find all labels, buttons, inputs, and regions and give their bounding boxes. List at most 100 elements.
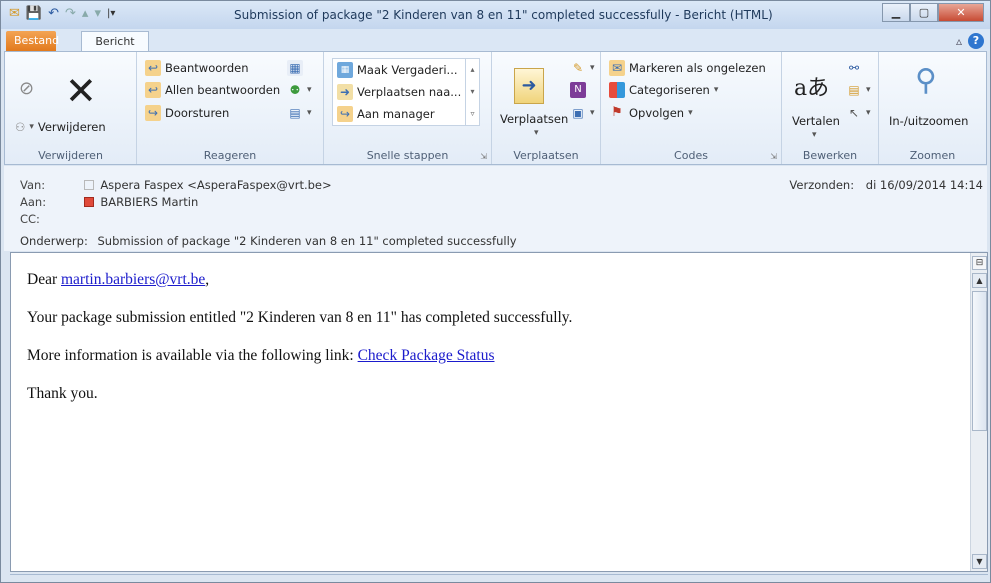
chevron-down-icon: ▾ <box>29 122 34 132</box>
help-area: ▵ ? <box>956 33 984 49</box>
ruler-toggle-icon[interactable]: ⊟ <box>972 256 987 270</box>
undo-icon[interactable]: ↶ <box>48 7 59 21</box>
zoom-magnifier-icon[interactable]: ⚲ <box>915 66 937 96</box>
minimize-icon: ▁ <box>891 6 901 19</box>
cc-label: CC: <box>20 212 40 226</box>
meeting-icon: ▦ <box>287 60 303 76</box>
link-paragraph: More information is available via the fo… <box>27 347 572 365</box>
junk-icon: ⚇ <box>15 120 26 134</box>
group-respond: ↩ Beantwoorden ↩ Allen beantwoorden ↪ Do… <box>137 52 324 164</box>
zoom-label: In-/uitzoomen <box>889 114 969 128</box>
from-value[interactable]: Aspera Faspex <AsperaFaspex@vrt.be> <box>100 178 331 192</box>
delete-button[interactable]: ⚇ ▾ Verwijderen <box>15 120 106 134</box>
meeting-reply-button[interactable]: ▦ <box>287 60 303 76</box>
group-quick-steps: ▦ Maak Vergaderi... ➜ Verplaatsen naa...… <box>324 52 492 164</box>
email-link[interactable]: martin.barbiers@vrt.be <box>61 271 205 288</box>
message-window: ✉ 💾 ↶ ↷ ▴ ▾ |▾ Submission of package "2 … <box>0 0 991 583</box>
quick-step-item[interactable]: ➜ Verplaatsen naa... <box>337 84 461 100</box>
tab-file[interactable]: Bestand <box>6 31 59 51</box>
onenote-button[interactable]: N <box>570 82 586 98</box>
mark-unread-button[interactable]: ✉ Markeren als ongelezen <box>609 60 766 76</box>
translate-icon[interactable]: aあ <box>794 70 829 102</box>
sent-value: di 16/09/2014 14:14 <box>865 178 983 192</box>
redo-icon[interactable]: ↷ <box>65 7 76 21</box>
status-paragraph: Your package submission entitled "2 Kind… <box>27 309 573 326</box>
reply-all-icon: ↩ <box>145 82 161 98</box>
ribbon: ⊘ ✕ ⚇ ▾ Verwijderen Verwijderen ↩ Beantw… <box>4 51 987 165</box>
to-label: Aan: <box>20 195 47 209</box>
to-manager-icon: ↪ <box>337 106 353 122</box>
categorize-label: Categoriseren <box>629 83 710 97</box>
check-package-status-link[interactable]: Check Package Status <box>358 347 495 364</box>
presence-icon <box>83 180 94 190</box>
to-row: Aan: BARBIERS Martin <box>20 195 198 209</box>
close-button[interactable]: ✕ <box>938 3 984 22</box>
message-body[interactable]: Dear martin.barbiers@vrt.be, Your packag… <box>10 252 988 572</box>
to-value[interactable]: BARBIERS Martin <box>100 195 198 209</box>
dialog-launcher-icon[interactable]: ⇲ <box>480 152 487 161</box>
translate-button[interactable]: Vertalen <box>792 114 840 128</box>
dialog-launcher-icon[interactable]: ⇲ <box>770 152 777 161</box>
scroll-thumb[interactable] <box>972 291 987 431</box>
qat-customize-icon[interactable]: |▾ <box>107 7 115 21</box>
reply-all-button[interactable]: ↩ Allen beantwoorden <box>145 82 280 98</box>
delete-label: Verwijderen <box>37 120 106 134</box>
save-icon[interactable]: 💾 <box>26 7 42 21</box>
window-controls: ▁ ▢ ✕ <box>882 3 984 22</box>
group-move: ➜ Verplaatsen ▾ ✎ ▾ N ▣ ▾ Verplaatsen <box>492 52 601 164</box>
chevron-down-icon: ▾ <box>590 108 595 118</box>
forward-button[interactable]: ↪ Doorsturen <box>145 105 229 121</box>
message-body-content: Dear martin.barbiers@vrt.be, Your packag… <box>27 271 572 423</box>
cursor-icon: ↖ <box>848 106 860 120</box>
chevron-down-icon: ▾ <box>812 130 817 140</box>
group-label-respond: Reageren <box>203 149 257 162</box>
zoom-button[interactable]: In-/uitzoomen <box>889 114 968 128</box>
move-folder-icon[interactable]: ➜ <box>514 68 544 104</box>
find-button[interactable]: ⚯ <box>846 60 862 76</box>
group-label-move: Verplaatsen <box>513 149 579 162</box>
group-label-zoom: Zoomen <box>909 149 956 162</box>
chevron-down-icon: ▾ <box>688 108 693 118</box>
rules-button[interactable]: ✎ ▾ <box>570 60 595 76</box>
up-arrow-icon[interactable]: ▴ <box>82 7 89 21</box>
more-respond-icon: ▤ <box>289 106 301 120</box>
actions-button[interactable]: ▣ ▾ <box>570 105 595 121</box>
quick-step-label: Aan manager <box>357 107 435 121</box>
chevron-down-icon: ▾ <box>307 108 312 118</box>
greeting-paragraph: Dear martin.barbiers@vrt.be, <box>27 271 572 289</box>
gallery-scroll[interactable]: ▴ ▾ ▿ <box>465 59 479 125</box>
quick-step-item[interactable]: ↪ Aan manager <box>337 106 435 122</box>
unread-mail-icon: ✉ <box>609 60 625 76</box>
more-respond-button[interactable]: ▤ ▾ <box>287 105 312 121</box>
subject-row: Onderwerp: Submission of package "2 Kind… <box>20 234 517 248</box>
from-row: Van: Aspera Faspex <AsperaFaspex@vrt.be> <box>20 178 332 192</box>
delete-x-icon[interactable]: ✕ <box>65 72 97 110</box>
vertical-scrollbar[interactable]: ⊟ ▲ ▼ <box>970 253 987 571</box>
from-label: Van: <box>20 178 46 192</box>
tab-message[interactable]: Bericht <box>81 31 149 51</box>
scroll-down-button[interactable]: ▼ <box>972 554 987 569</box>
minimize-button[interactable]: ▁ <box>882 3 910 22</box>
im-reply-button[interactable]: ⚉ ▾ <box>287 82 312 98</box>
forward-icon: ↪ <box>145 105 161 121</box>
collapse-ribbon-icon[interactable]: ▵ <box>956 34 962 48</box>
flag-icon: ⚑ <box>611 105 623 120</box>
quick-step-item[interactable]: ▦ Maak Vergaderi... <box>337 62 458 78</box>
maximize-button[interactable]: ▢ <box>910 3 938 22</box>
follow-up-button[interactable]: ⚑ Opvolgen ▾ <box>609 105 693 121</box>
categorize-button[interactable]: Categoriseren ▾ <box>609 82 718 98</box>
down-arrow-icon[interactable]: ▾ <box>94 7 101 21</box>
group-label-quick-steps: Snelle stappen <box>366 149 449 162</box>
mail-icon: ✉ <box>9 6 20 21</box>
scroll-up-button[interactable]: ▲ <box>972 273 987 288</box>
move-button[interactable]: Verplaatsen <box>500 112 568 126</box>
help-icon[interactable]: ? <box>968 33 984 49</box>
message-header: Van: Aspera Faspex <AsperaFaspex@vrt.be>… <box>4 166 987 251</box>
ignore-icon[interactable]: ⊘ <box>19 78 34 99</box>
related-button[interactable]: ▤ ▾ <box>846 82 870 98</box>
chevron-down-icon: ▾ <box>590 63 595 73</box>
reply-button[interactable]: ↩ Beantwoorden <box>145 60 248 76</box>
greeting-suffix: , <box>205 271 210 288</box>
select-button[interactable]: ↖ ▾ <box>846 105 871 121</box>
forward-label: Doorsturen <box>165 106 230 120</box>
